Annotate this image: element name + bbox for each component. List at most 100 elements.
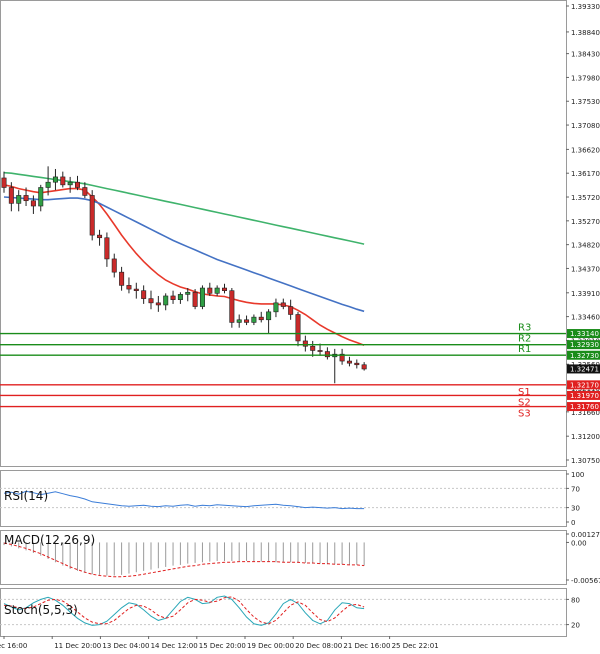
price-tick-label: 1.39330 bbox=[571, 3, 600, 11]
candle-body bbox=[67, 181, 73, 186]
candle-body bbox=[310, 345, 316, 351]
candle-body bbox=[119, 271, 125, 286]
macd-tick-label: 0.001274 bbox=[571, 531, 600, 539]
candle-body bbox=[133, 288, 139, 291]
candle-body bbox=[38, 187, 44, 207]
price-tick-label: 1.38430 bbox=[571, 51, 600, 59]
price-tick-label: 1.36620 bbox=[571, 146, 600, 154]
candle-body bbox=[244, 319, 250, 323]
pane-frame-1 bbox=[0, 470, 567, 527]
candle-body bbox=[222, 287, 228, 291]
candle-body bbox=[295, 314, 301, 342]
candle-body bbox=[75, 181, 81, 188]
candle-body bbox=[324, 351, 330, 358]
price-tick-label: 1.35720 bbox=[571, 194, 600, 202]
price-tick-label: 1.37980 bbox=[571, 74, 600, 82]
candle-body bbox=[111, 258, 117, 273]
candle-body bbox=[155, 302, 161, 306]
time-tick-label: 20 Dec 08:00 bbox=[295, 642, 342, 650]
candle-body bbox=[89, 195, 95, 236]
price-tick-label: 1.33910 bbox=[571, 290, 600, 298]
candle-body bbox=[163, 295, 169, 306]
candle-body bbox=[280, 302, 286, 307]
stoch-tick-label: 80 bbox=[571, 596, 580, 604]
candle-body bbox=[185, 291, 191, 295]
price-tick-label: 1.35270 bbox=[571, 218, 600, 226]
candle-body bbox=[52, 176, 58, 183]
candle-body bbox=[97, 234, 103, 239]
candle-body bbox=[361, 364, 367, 370]
pane-frame-3 bbox=[0, 588, 567, 637]
candle-body bbox=[266, 311, 272, 321]
level-name-r1: R1 bbox=[518, 344, 531, 355]
level-price-text: 1.31970 bbox=[570, 392, 599, 400]
time-tick-label: 21 Dec 16:00 bbox=[343, 642, 390, 650]
stoch-tick-label: 20 bbox=[571, 622, 580, 630]
candle-body bbox=[273, 302, 279, 313]
candle-body bbox=[207, 287, 213, 294]
candle-body bbox=[141, 290, 147, 299]
candle-body bbox=[251, 316, 257, 323]
stoch-label: Stoch(5,5,3) bbox=[4, 603, 78, 617]
candle-body bbox=[346, 360, 352, 364]
price-tick-label: 1.31200 bbox=[571, 433, 600, 441]
price-tick-label: 1.38840 bbox=[571, 29, 600, 37]
price-tick-label: 1.37530 bbox=[571, 98, 600, 106]
price-tick-label: 1.36170 bbox=[571, 170, 600, 178]
time-tick-label: 13 Dec 04:00 bbox=[102, 642, 149, 650]
macd-tick-label: -0.005676 bbox=[571, 577, 600, 585]
candle-body bbox=[16, 195, 22, 204]
candle-body bbox=[214, 287, 220, 294]
price-tick-label: 1.37080 bbox=[571, 122, 600, 130]
rsi-label: RSI(14) bbox=[4, 489, 48, 503]
candle-body bbox=[317, 350, 323, 352]
candle-body bbox=[177, 294, 183, 300]
macd-label: MACD(12,26,9) bbox=[4, 533, 95, 547]
candle-body bbox=[148, 298, 154, 304]
candle-body bbox=[23, 195, 29, 202]
candle-body bbox=[8, 187, 14, 204]
candle-body bbox=[258, 316, 264, 321]
pane-frame-0 bbox=[0, 0, 567, 467]
level-name-r2: R2 bbox=[518, 334, 531, 345]
candle-body bbox=[302, 340, 308, 347]
level-price-text: 1.31760 bbox=[570, 403, 599, 411]
candle-body bbox=[236, 319, 242, 323]
candle-body bbox=[1, 177, 7, 188]
candle-body bbox=[60, 176, 66, 186]
candle-body bbox=[30, 200, 36, 207]
price-tick-label: 1.34370 bbox=[571, 265, 600, 273]
candle-body bbox=[126, 285, 132, 290]
current-price-text: 1.32471 bbox=[570, 366, 599, 374]
candle-body bbox=[82, 187, 88, 196]
time-tick-label: 8 Dec 16:00 bbox=[0, 642, 27, 650]
time-tick-label: 19 Dec 00:00 bbox=[247, 642, 294, 650]
time-tick-label: 15 Dec 20:00 bbox=[199, 642, 246, 650]
candle-body bbox=[104, 237, 110, 260]
level-name-s1: S1 bbox=[518, 387, 531, 398]
candle-body bbox=[288, 306, 294, 315]
rsi-tick-label: 30 bbox=[571, 505, 580, 513]
macd-tick-label: 0.00 bbox=[571, 539, 587, 547]
trading-chart: 1.39330 1.38840 1.38430 1.37980 1.37530 1.370… bbox=[0, 0, 600, 650]
time-tick-label: 14 Dec 12:00 bbox=[151, 642, 198, 650]
level-price-text: 1.33140 bbox=[570, 330, 599, 338]
level-price-text: 1.32170 bbox=[570, 381, 599, 389]
level-name-s3: S3 bbox=[518, 409, 531, 420]
rsi-tick-label: 100 bbox=[571, 471, 584, 479]
candle-body bbox=[45, 181, 51, 188]
price-tick-label: 1.33460 bbox=[571, 314, 600, 322]
rsi-tick-label: 0 bbox=[571, 519, 575, 527]
rsi-tick-label: 70 bbox=[571, 485, 580, 493]
time-tick-label: 25 Dec 22:01 bbox=[392, 642, 439, 650]
price-tick-label: 1.34820 bbox=[571, 242, 600, 250]
level-price-text: 1.32930 bbox=[570, 341, 599, 349]
candle-body bbox=[199, 287, 205, 307]
candle-body bbox=[229, 290, 235, 323]
time-tick-label: 11 Dec 20:00 bbox=[54, 642, 101, 650]
candle-body bbox=[354, 362, 360, 366]
price-tick-label: 1.30750 bbox=[571, 457, 600, 465]
level-price-text: 1.32730 bbox=[570, 352, 599, 360]
candle-body bbox=[192, 291, 198, 307]
candle-body bbox=[170, 295, 176, 300]
